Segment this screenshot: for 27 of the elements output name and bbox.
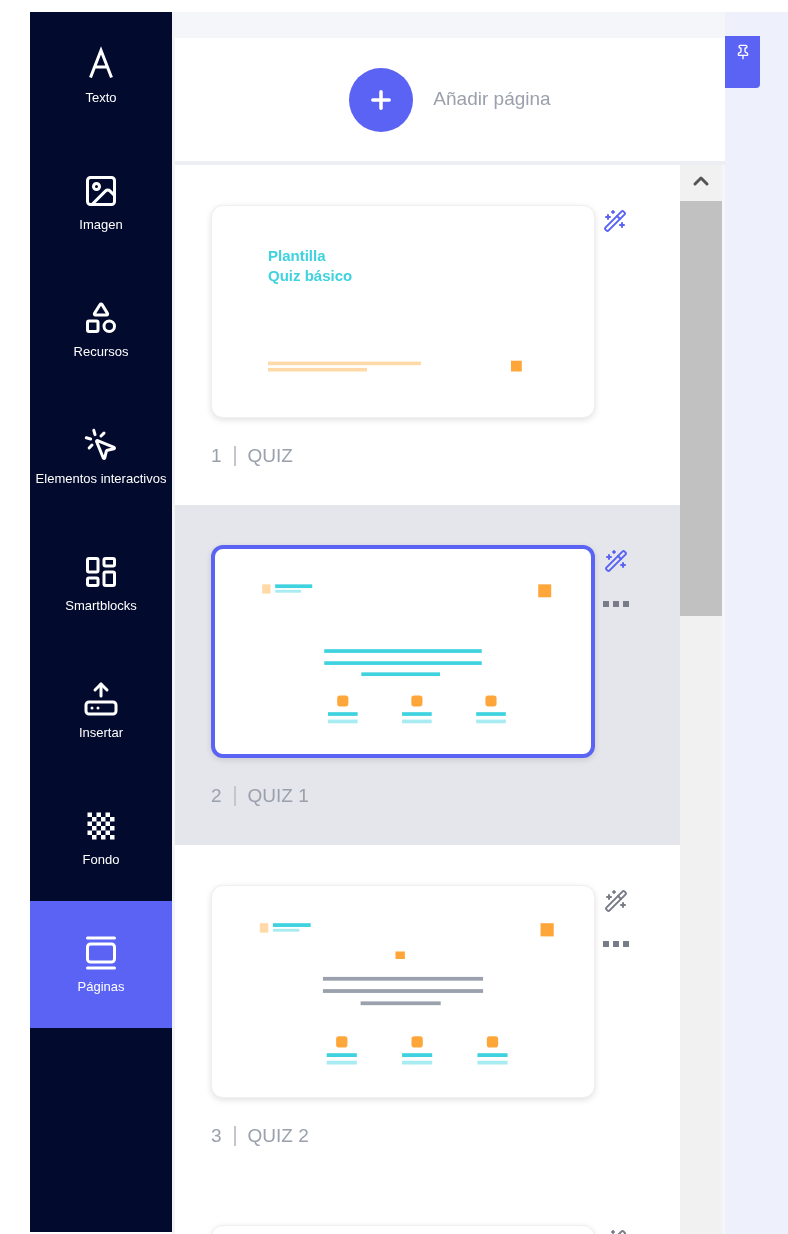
pages-icon <box>83 934 119 971</box>
page-title: QUIZ 2 <box>247 1124 309 1148</box>
slide-heading: Plantilla Quiz básico <box>268 246 354 286</box>
panel-tab[interactable] <box>725 36 760 88</box>
page-title: QUIZ 1 <box>247 784 309 808</box>
sidebar-item[interactable]: Fondo <box>30 774 172 901</box>
sidebar-item[interactable]: Smartblocks <box>30 520 172 647</box>
scroll-thumb[interactable] <box>680 201 722 616</box>
magic-wand-icon[interactable] <box>604 549 628 573</box>
sidebar-item[interactable]: Elementos interactivos <box>30 393 172 520</box>
sidebar-item[interactable]: Imagen <box>30 139 172 266</box>
page-title: QUIZ <box>247 444 293 468</box>
magic-wand-icon[interactable] <box>603 209 627 233</box>
pointer-click-icon <box>83 426 119 463</box>
scrollbar[interactable] <box>680 165 722 1234</box>
sidebar-item[interactable]: Páginas <box>30 901 172 1028</box>
upload-icon <box>83 680 119 717</box>
sidebar-item[interactable]: Texto <box>30 12 172 139</box>
page-number: 2 <box>211 784 222 808</box>
more-icon[interactable] <box>603 601 629 607</box>
more-icon[interactable] <box>603 941 629 947</box>
slide-thumbnail[interactable] <box>211 545 595 758</box>
sidebar-item[interactable]: Recursos <box>30 266 172 393</box>
page-number: 1 <box>211 444 222 468</box>
magic-wand-icon[interactable] <box>604 889 628 913</box>
sidebar-item[interactable]: Insertar <box>30 647 172 774</box>
page-number: 3 <box>211 1124 222 1148</box>
